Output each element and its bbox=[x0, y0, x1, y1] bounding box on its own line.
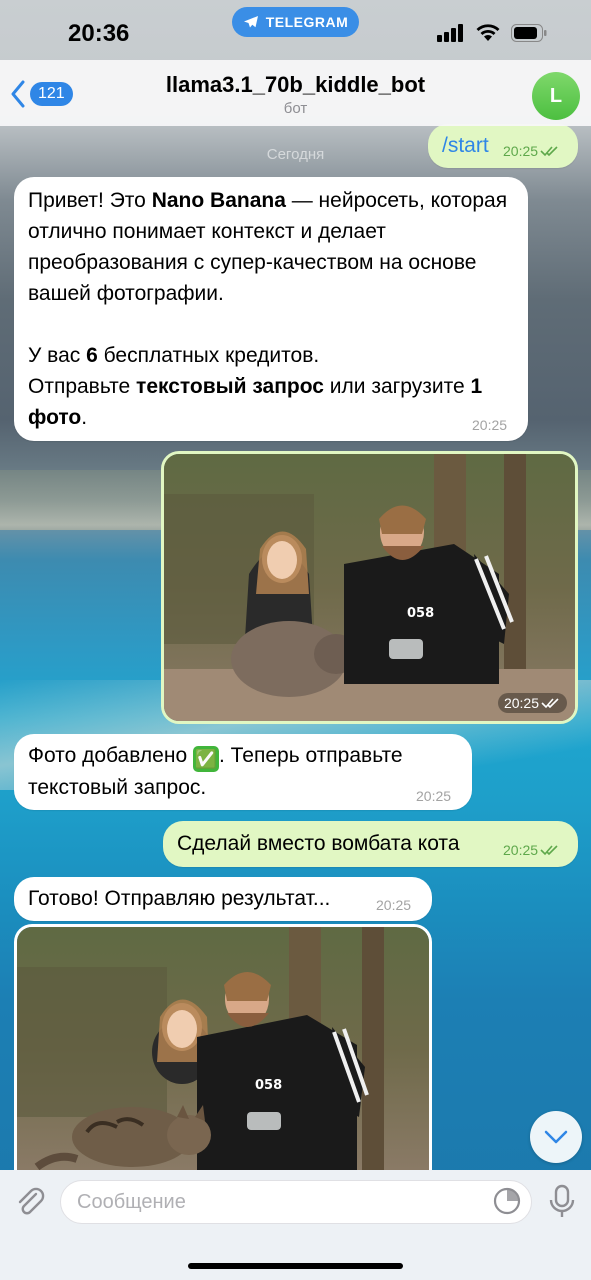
bold-span: Nano Banana bbox=[151, 189, 286, 212]
status-icons bbox=[437, 24, 547, 42]
chat-header: 121 llama3.1_70b_kiddle_bot бот L bbox=[0, 60, 591, 126]
message-time: 20:25 bbox=[416, 788, 452, 804]
message-input-box[interactable] bbox=[60, 1180, 532, 1224]
microphone-icon[interactable] bbox=[548, 1184, 576, 1220]
chat-title[interactable]: llama3.1_70b_kiddle_bot bbox=[0, 72, 591, 98]
telegram-pill-label: TELEGRAM bbox=[265, 14, 349, 30]
chat-subtitle: бот bbox=[283, 100, 308, 117]
sticker-icon[interactable] bbox=[493, 1187, 521, 1215]
check-emoji-icon: ✅ bbox=[192, 746, 219, 772]
message-paragraph-2: У вас 6 бесплатных кредитов. bbox=[28, 340, 514, 371]
message-text: Готово! Отправляю результат... bbox=[28, 887, 331, 910]
message-photo-result[interactable]: 058 bbox=[14, 924, 432, 1170]
chevron-down-icon bbox=[544, 1130, 568, 1144]
photo-wombat-image: 058 bbox=[164, 454, 575, 721]
paperclip-icon[interactable] bbox=[12, 1184, 48, 1220]
svg-text:058: 058 bbox=[407, 606, 434, 621]
status-time: 20:36 bbox=[68, 20, 130, 47]
text-span: Отправьте bbox=[28, 375, 137, 398]
text-span: бесплатных кредитов. bbox=[97, 344, 320, 367]
message-text: Сделай вместо вомбата кота bbox=[177, 832, 460, 855]
message-paragraph-1: Привет! Это Nano Banana — нейросеть, кот… bbox=[28, 185, 514, 309]
message-ready[interactable]: Готово! Отправляю результат... 20:25 bbox=[14, 877, 432, 921]
status-bar: 20:36 TELEGRAM bbox=[0, 0, 591, 60]
home-indicator bbox=[188, 1263, 403, 1269]
message-body: Фото добавлено ✅. Теперь отправьте текст… bbox=[28, 740, 468, 803]
message-time: 20:25 bbox=[472, 417, 508, 433]
double-check-icon bbox=[540, 845, 558, 856]
message-time-text: 20:25 bbox=[503, 143, 539, 159]
double-check-icon bbox=[540, 146, 558, 157]
avatar[interactable]: L bbox=[532, 72, 580, 120]
bold-span: 6 bbox=[86, 344, 98, 367]
text-span: Фото добавлено bbox=[28, 744, 193, 767]
battery-icon bbox=[511, 24, 547, 42]
scroll-down-button[interactable] bbox=[530, 1111, 582, 1163]
message-time: 20:25 bbox=[503, 842, 560, 858]
message-photo-added[interactable]: Фото добавлено ✅. Теперь отправьте текст… bbox=[14, 734, 472, 810]
message-request[interactable]: Сделай вместо вомбата кота 20:25 bbox=[163, 821, 578, 867]
text-span: или загрузите bbox=[323, 375, 471, 398]
double-check-icon bbox=[541, 698, 559, 709]
svg-text:058: 058 bbox=[255, 1078, 282, 1093]
message-photo-original[interactable]: 058 20:25 bbox=[161, 451, 578, 724]
text-span: Привет! Это bbox=[28, 189, 152, 212]
text-span: . bbox=[81, 406, 88, 429]
message-text: /start bbox=[442, 134, 489, 157]
message-welcome[interactable]: Привет! Это Nano Banana — нейросеть, кот… bbox=[14, 177, 528, 441]
text-span: У вас bbox=[28, 344, 87, 367]
bold-span: текстовый запрос bbox=[136, 375, 324, 398]
message-paragraph-3: Отправьте текстовый запрос или загрузите… bbox=[28, 371, 514, 433]
photo-time-text: 20:25 bbox=[503, 695, 539, 711]
photo-cat-image: 058 bbox=[17, 927, 429, 1170]
message-body: Привет! Это Nano Banana — нейросеть, кот… bbox=[28, 185, 514, 433]
message-time: 20:25 bbox=[376, 897, 412, 913]
wifi-icon bbox=[476, 24, 500, 41]
message-time-text: 20:25 bbox=[503, 842, 539, 858]
message-input[interactable] bbox=[77, 1181, 477, 1223]
message-time: 20:25 bbox=[503, 143, 560, 159]
telegram-plane-icon bbox=[243, 16, 258, 28]
telegram-pill[interactable]: TELEGRAM bbox=[232, 7, 359, 37]
message-start[interactable]: /start 20:25 bbox=[428, 124, 578, 168]
cellular-signal-icon bbox=[437, 24, 463, 42]
photo-time-badge: 20:25 bbox=[497, 693, 567, 713]
